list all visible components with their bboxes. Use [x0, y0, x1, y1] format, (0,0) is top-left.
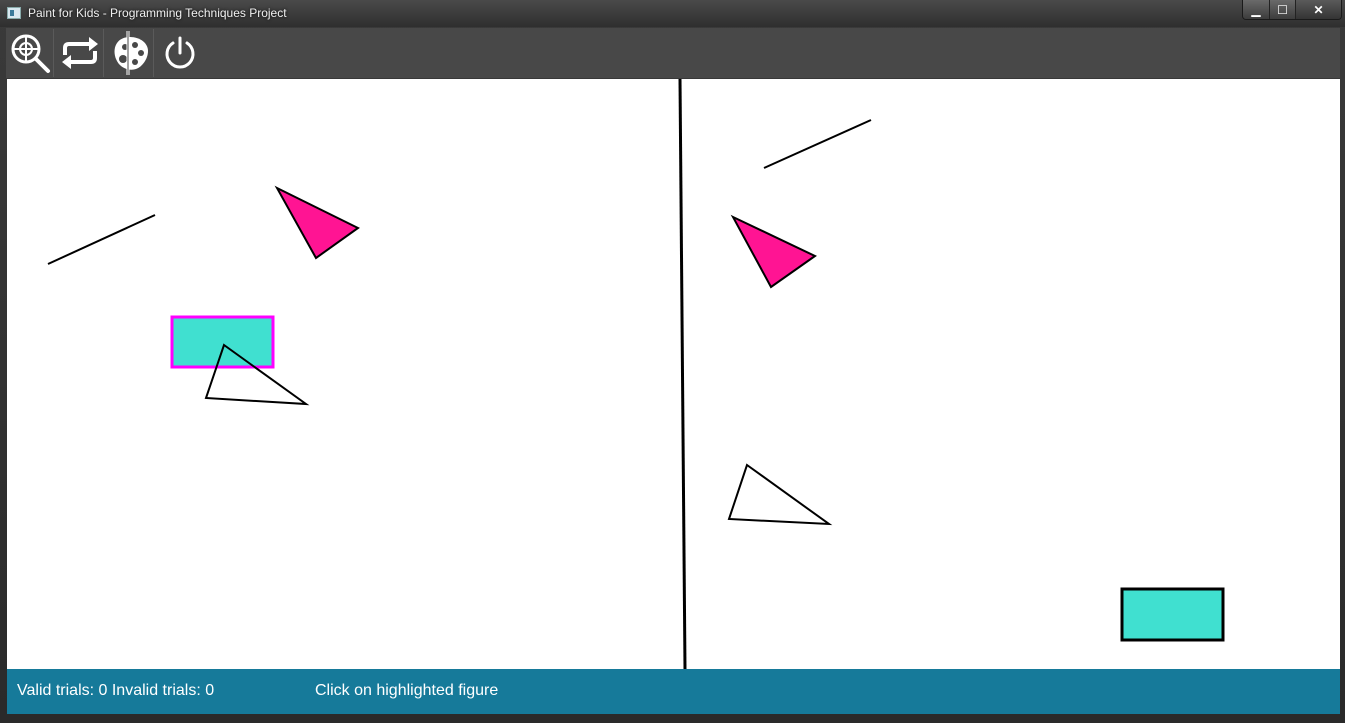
canvas-divider: [678, 78, 687, 670]
window-controls: ▁ ☐ ✕: [1242, 0, 1342, 20]
status-bar: Valid trials: 0 Invalid trials: 0 Click …: [7, 669, 1340, 714]
repeat-arrows-icon: [61, 37, 98, 69]
app-icon: [7, 7, 21, 19]
power-icon: [165, 36, 195, 69]
zoom-target-tool[interactable]: [6, 29, 54, 77]
exit-tool[interactable]: [156, 29, 204, 77]
magnifier-crosshair-icon: [11, 34, 50, 73]
maximize-button[interactable]: ☐: [1269, 0, 1295, 19]
minimize-button[interactable]: ▁: [1243, 0, 1269, 19]
palette-brush-icon: [114, 31, 148, 75]
close-icon: ✕: [1313, 2, 1324, 17]
status-message: Click on highlighted figure: [315, 682, 499, 699]
trials-counter: Valid trials: 0 Invalid trials: 0: [17, 682, 215, 699]
close-button[interactable]: ✕: [1295, 0, 1341, 19]
line-figure[interactable]: [47, 214, 156, 265]
maximize-icon: ☐: [1277, 2, 1288, 17]
pink-triangle-figure[interactable]: [274, 185, 360, 260]
window-title: Paint for Kids - Programming Techniques …: [28, 6, 287, 20]
swap-mode-tool[interactable]: [56, 29, 104, 77]
canvas-figures: [47, 78, 1225, 670]
minimize-icon: ▁: [1251, 2, 1261, 17]
rectangle-figure[interactable]: [1120, 587, 1225, 642]
toolbar: [6, 28, 1340, 78]
drawing-canvas[interactable]: [7, 78, 1340, 670]
draw-mode-tool[interactable]: [106, 29, 154, 77]
pink-triangle-figure[interactable]: [730, 214, 817, 289]
highlighted-rectangle-figure[interactable]: [170, 315, 275, 369]
app-window: Paint for Kids - Programming Techniques …: [0, 0, 1345, 723]
line-figure[interactable]: [763, 119, 872, 169]
title-bar[interactable]: Paint for Kids - Programming Techniques …: [0, 0, 1345, 27]
outline-triangle-figure[interactable]: [727, 463, 833, 526]
